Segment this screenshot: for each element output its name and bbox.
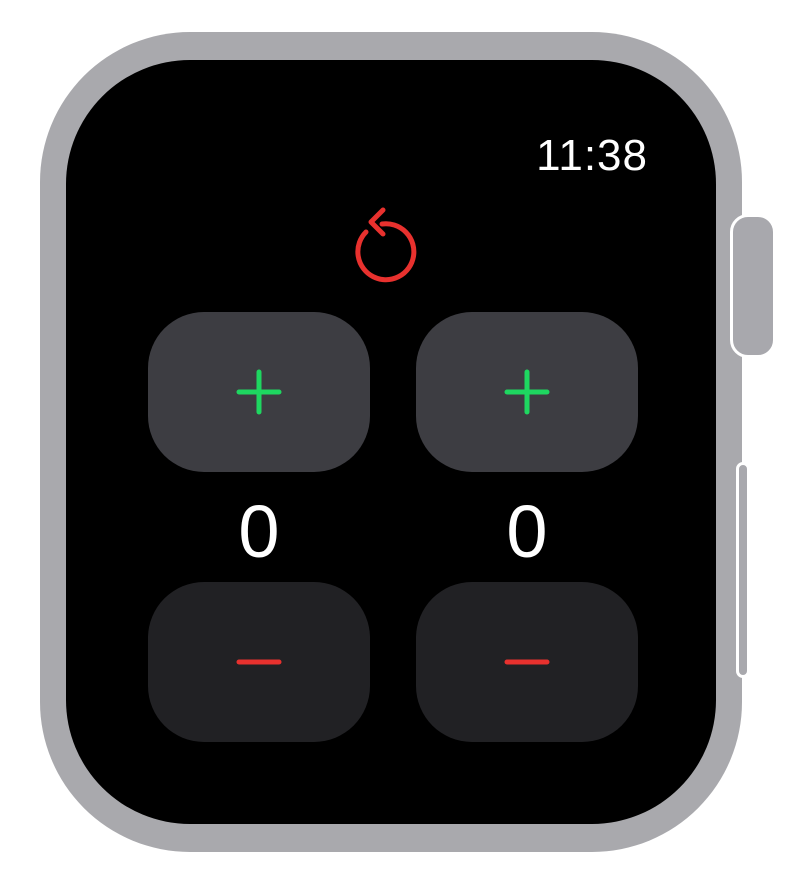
plus-icon (504, 369, 550, 415)
left-increment-button[interactable] (148, 312, 370, 472)
status-time: 11:38 (536, 131, 648, 180)
right-increment-button[interactable] (416, 312, 638, 472)
digital-crown[interactable] (730, 214, 776, 358)
left-count-value: 0 (238, 490, 280, 573)
reset-button[interactable] (338, 194, 418, 284)
minus-icon (236, 659, 282, 665)
left-decrement-button[interactable] (148, 582, 370, 742)
side-button[interactable] (736, 462, 750, 678)
plus-icon (236, 369, 282, 415)
right-count-value: 0 (506, 490, 548, 573)
minus-icon (504, 659, 550, 665)
reset-arrow-icon (355, 207, 417, 283)
watch-screen: 11:38 0 0 (66, 60, 716, 824)
right-decrement-button[interactable] (416, 582, 638, 742)
